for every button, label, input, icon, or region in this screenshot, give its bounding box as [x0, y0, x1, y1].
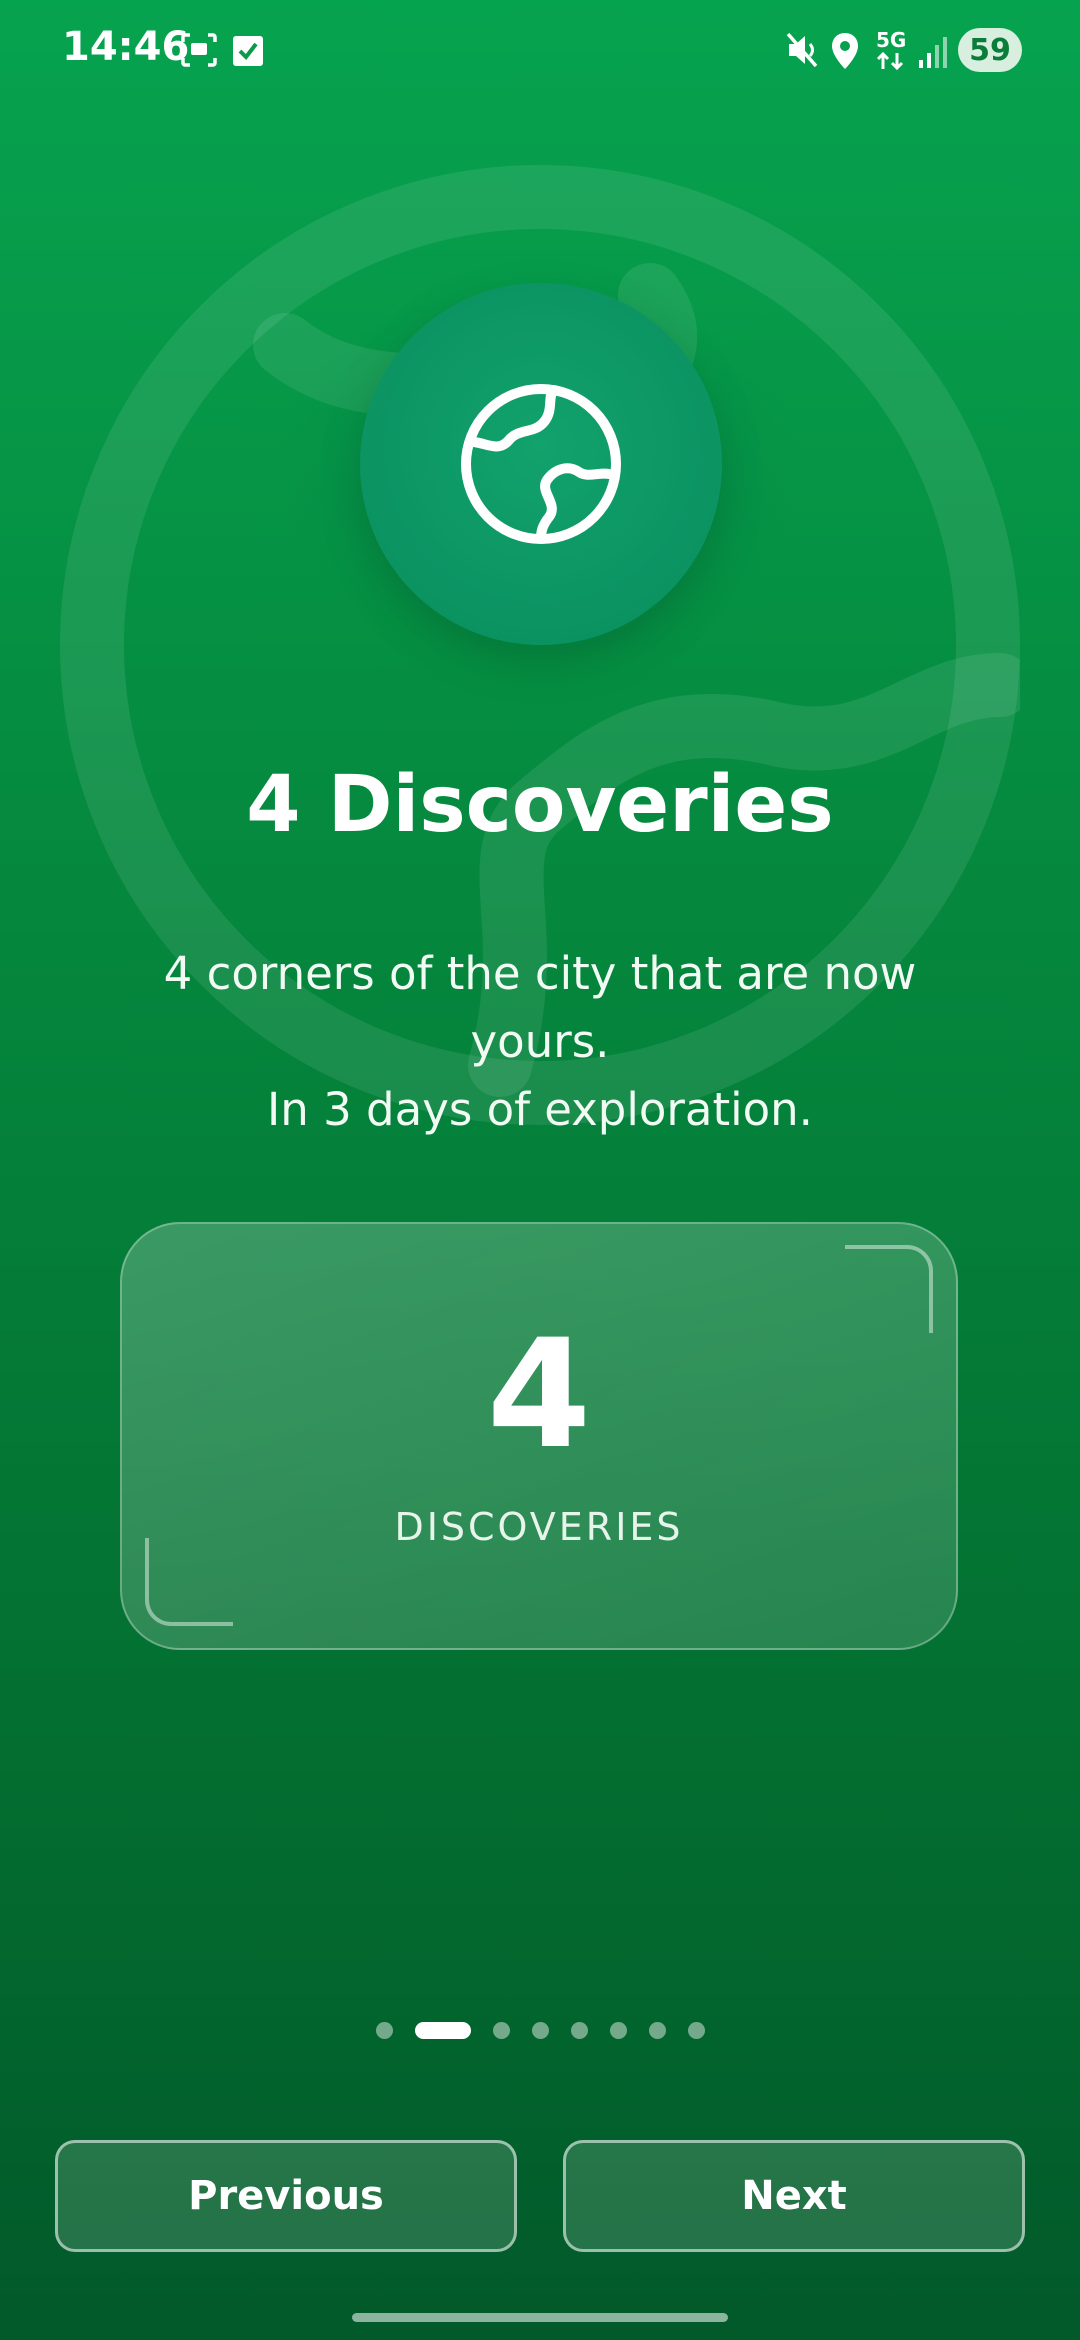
battery-icon: 59: [958, 28, 1022, 72]
screenshot-icon: [181, 33, 217, 67]
globe-icon: [461, 384, 621, 544]
subtitle-line: yours.: [470, 1015, 610, 1068]
pagination-dot[interactable]: [609, 2021, 627, 2039]
subtitle-line: In 3 days of exploration.: [267, 1083, 813, 1136]
status-time: 14:46: [62, 24, 190, 70]
stat-value: 4: [486, 1308, 592, 1482]
pagination-dot[interactable]: [492, 2021, 510, 2039]
status-bar: 14:46 5G 59: [0, 0, 1080, 100]
pagination-dot[interactable]: [687, 2021, 705, 2039]
pagination-dot[interactable]: [375, 2021, 393, 2039]
checkbox-icon: [233, 36, 263, 66]
pagination-dot-active[interactable]: [414, 2021, 471, 2039]
pagination-dot[interactable]: [531, 2021, 549, 2039]
pagination-dots: [0, 2020, 1080, 2040]
globe-badge: [360, 283, 722, 645]
mute-icon: [786, 32, 818, 68]
data-arrows-icon: [876, 52, 904, 70]
location-icon: [832, 33, 858, 69]
stat-label: DISCOVERIES: [394, 1505, 684, 1549]
home-indicator[interactable]: [352, 2313, 728, 2322]
previous-button[interactable]: Previous: [55, 2140, 517, 2252]
next-button[interactable]: Next: [563, 2140, 1025, 2252]
pagination-dot[interactable]: [570, 2021, 588, 2039]
signal-icon: [919, 37, 947, 68]
network-type-label: 5G: [876, 28, 907, 52]
subtitle: 4 corners of the city that are now yours…: [110, 940, 970, 1144]
battery-level: 59: [969, 32, 1011, 68]
subtitle-line: 4 corners of the city that are now: [163, 947, 917, 1000]
pagination-dot[interactable]: [648, 2021, 666, 2039]
page-title: 4 Discoveries: [246, 760, 834, 850]
card-corner-accent: [145, 1538, 233, 1626]
